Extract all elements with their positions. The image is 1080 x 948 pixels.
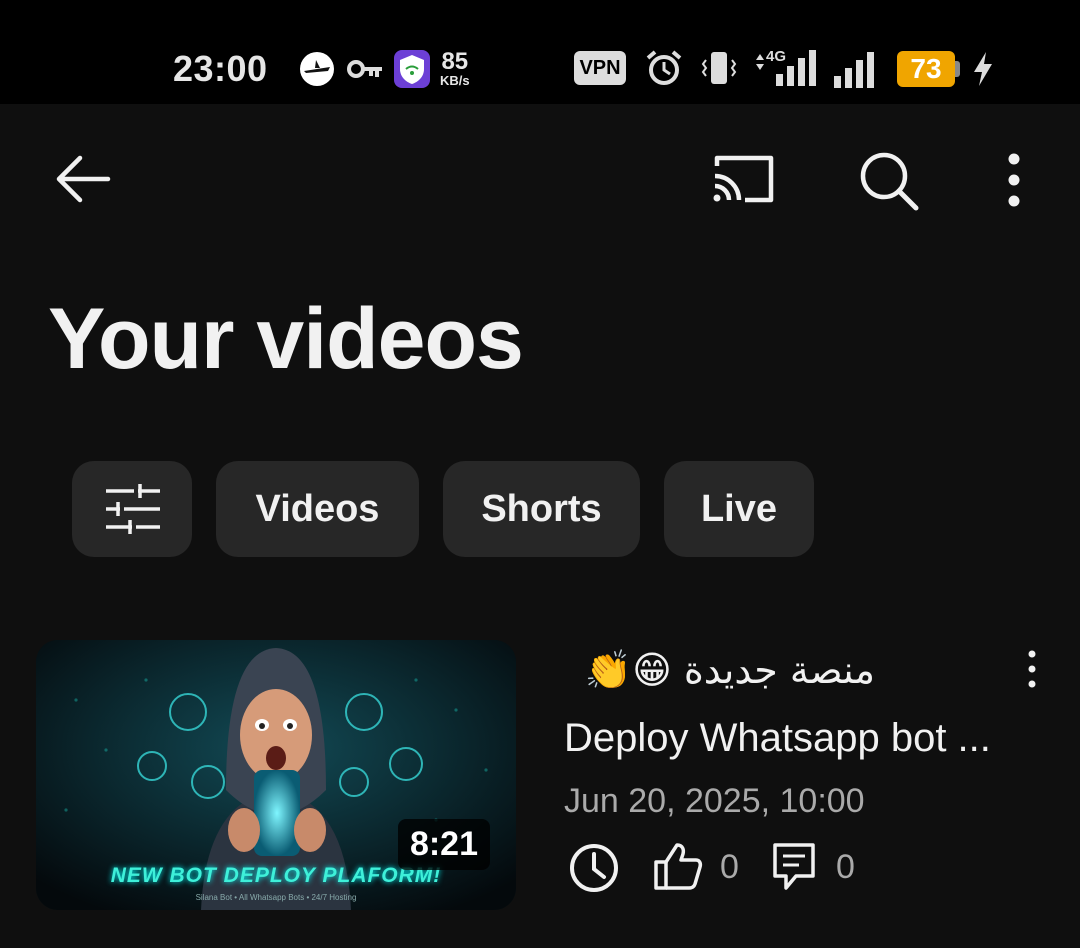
battery-indicator: 73 (897, 51, 955, 87)
video-title-line2[interactable]: Deploy Whatsapp bot ... (564, 716, 991, 761)
status-time: 23:00 (173, 48, 268, 89)
more-vert-icon[interactable] (1004, 153, 1024, 207)
video-thumbnail[interactable]: NEW BOT DEPLOY PLAFORM! Silana Bot • All… (36, 640, 516, 910)
charging-bolt-icon (974, 52, 992, 86)
airplane-app-icon (300, 52, 334, 86)
vibrate-icon (701, 52, 737, 84)
sliders-icon (106, 484, 160, 534)
signal-strength-2-icon (834, 52, 874, 88)
alarm-icon (646, 50, 682, 85)
visibility-clock-icon (570, 844, 618, 892)
video-more-vert-icon[interactable] (1024, 650, 1040, 688)
back-arrow-icon[interactable] (54, 153, 112, 205)
key-icon (347, 60, 382, 78)
search-icon[interactable] (858, 150, 920, 212)
comment-icon (773, 843, 815, 890)
signal-strength-1-icon (756, 50, 816, 86)
vpn-shield-app-icon (394, 50, 430, 88)
chip-videos[interactable]: Videos (216, 461, 419, 557)
like-count: 0 (720, 848, 739, 886)
page-title: Your videos (48, 291, 524, 387)
chip-shorts[interactable]: Shorts (443, 461, 640, 557)
thumbnail-subcaption: Silana Bot • All Whatsapp Bots • 24/7 Ho… (195, 893, 357, 902)
video-duration: 8:21 (397, 819, 490, 870)
status-bar: 23:00 85 KB/s VPN 4G 73 (0, 0, 1080, 104)
comment-count: 0 (836, 848, 855, 886)
vpn-badge: VPN (574, 51, 626, 85)
cast-icon[interactable] (711, 152, 777, 206)
filter-settings-chip[interactable] (72, 461, 192, 557)
network-speed: 85 KB/s (440, 48, 470, 88)
video-title-line1[interactable]: منصة جديدة 😁👏 (565, 648, 875, 693)
battery-cap (955, 61, 960, 77)
chip-live[interactable]: Live (664, 461, 814, 557)
video-date: Jun 20, 2025, 10:00 (564, 782, 865, 820)
like-icon (654, 843, 703, 890)
